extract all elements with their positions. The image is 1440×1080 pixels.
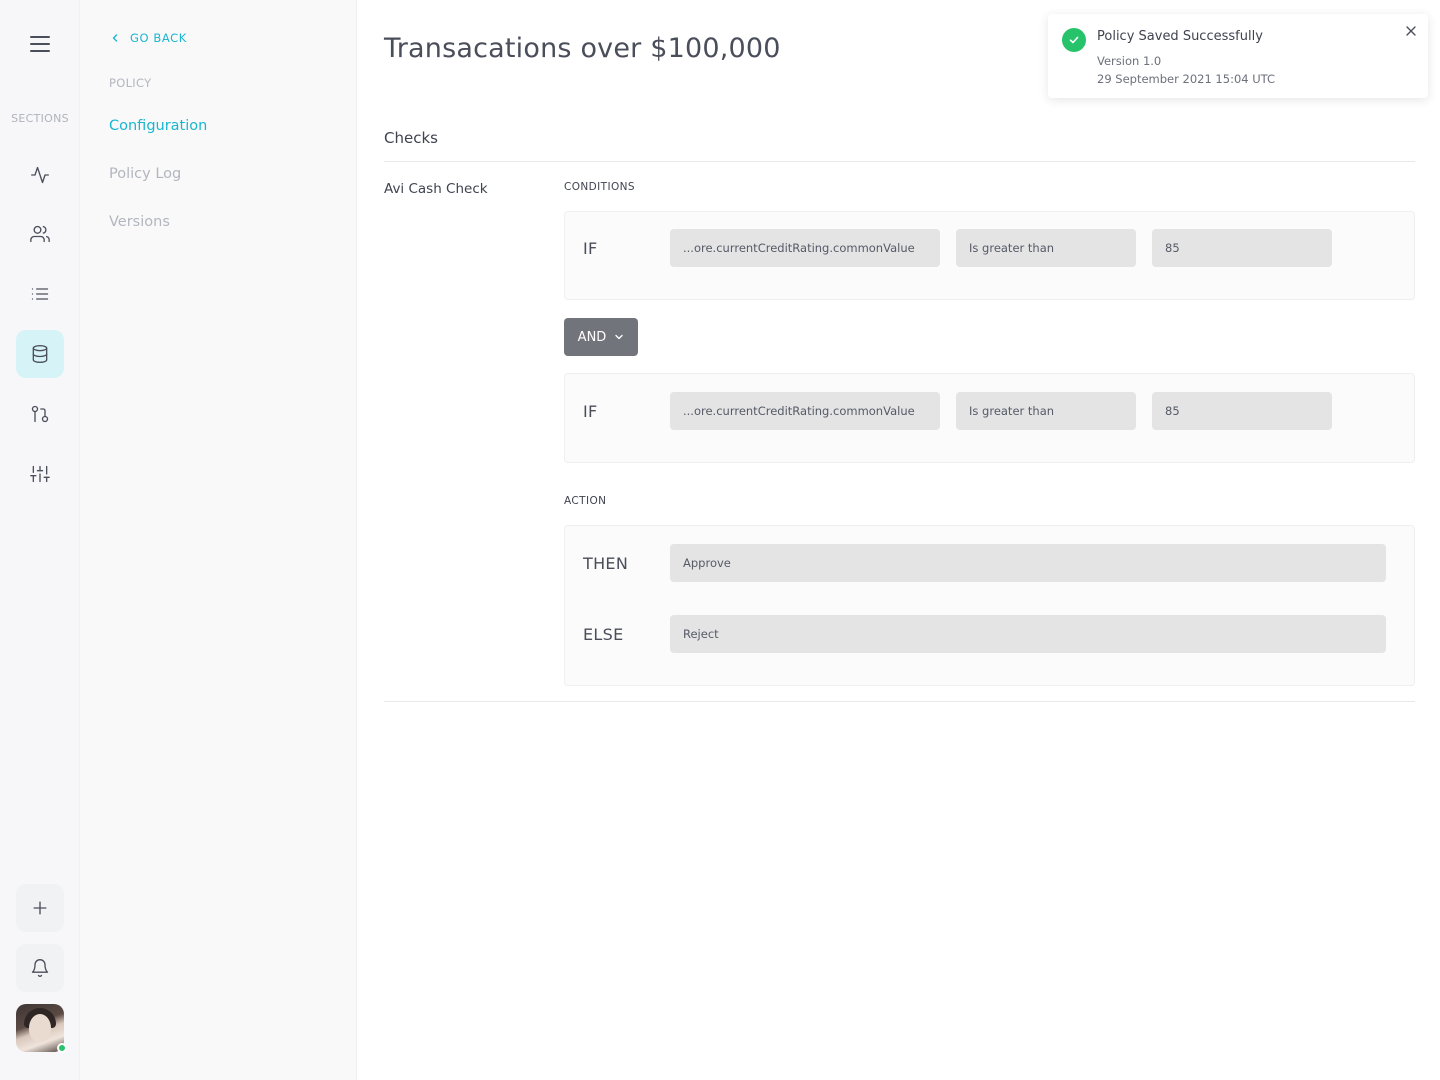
condition-operator-select[interactable]: Is greater than xyxy=(956,229,1136,267)
condition-block: IF ...ore.currentCreditRating.commonValu… xyxy=(564,211,1415,300)
subnav-heading: POLICY xyxy=(109,76,152,90)
avatar-face xyxy=(29,1014,51,1042)
else-action-select[interactable]: Reject xyxy=(670,615,1386,653)
avatar[interactable] xyxy=(16,1004,67,1053)
if-keyword: IF xyxy=(583,239,598,258)
users-icon[interactable] xyxy=(16,210,64,258)
if-keyword: IF xyxy=(583,402,598,421)
sections-label: SECTIONS xyxy=(11,112,69,125)
section-title: Checks xyxy=(384,129,438,147)
toast-title: Policy Saved Successfully xyxy=(1097,29,1263,44)
check-name: Avi Cash Check xyxy=(384,181,488,197)
join-operator-dropdown[interactable]: AND xyxy=(564,318,638,356)
divider xyxy=(384,701,1415,702)
condition-operator-select[interactable]: Is greater than xyxy=(956,392,1136,430)
condition-value-input[interactable]: 85 xyxy=(1152,229,1332,267)
menu-icon[interactable] xyxy=(28,34,52,54)
else-keyword: ELSE xyxy=(583,625,624,644)
conditions-label: CONDITIONS xyxy=(564,181,635,193)
page-title: Transacations over $100,000 xyxy=(384,33,781,64)
toast-version: Version 1.0 xyxy=(1097,54,1162,68)
condition-field-select[interactable]: ...ore.currentCreditRating.commonValue xyxy=(670,392,940,430)
icon-rail: SECTIONS xyxy=(0,0,80,1080)
divider xyxy=(384,161,1415,162)
database-icon[interactable] xyxy=(16,330,64,378)
toast-timestamp: 29 September 2021 15:04 UTC xyxy=(1097,72,1276,86)
subnav-item-policy-log[interactable]: Policy Log xyxy=(109,166,181,182)
subnav-item-configuration[interactable]: Configuration xyxy=(109,118,207,134)
chevron-down-icon xyxy=(615,334,624,340)
then-action-select[interactable]: Approve xyxy=(670,544,1386,582)
join-operator-label: AND xyxy=(577,329,607,345)
chevron-left-icon xyxy=(112,34,118,42)
action-block: THEN Approve ELSE Reject xyxy=(564,525,1415,686)
action-label: ACTION xyxy=(564,495,607,507)
close-icon[interactable] xyxy=(1404,24,1418,38)
subnav-item-versions[interactable]: Versions xyxy=(109,214,170,230)
online-status-dot xyxy=(57,1043,67,1053)
activity-icon[interactable] xyxy=(16,151,64,199)
condition-field-select[interactable]: ...ore.currentCreditRating.commonValue xyxy=(670,229,940,267)
sliders-icon[interactable] xyxy=(16,450,64,498)
go-back-label: GO BACK xyxy=(130,31,187,45)
success-toast: Policy Saved Successfully Version 1.0 29… xyxy=(1048,14,1428,98)
policy-subnav: GO BACK POLICY Configuration Policy Log … xyxy=(80,0,357,1080)
plus-icon[interactable] xyxy=(16,884,64,932)
bell-icon[interactable] xyxy=(16,944,64,992)
go-back-link[interactable]: GO BACK xyxy=(110,31,187,45)
condition-block: IF ...ore.currentCreditRating.commonValu… xyxy=(564,373,1415,463)
git-pull-request-icon[interactable] xyxy=(16,390,64,438)
check-circle-icon xyxy=(1062,28,1086,52)
list-icon[interactable] xyxy=(16,270,64,318)
condition-value-input[interactable]: 85 xyxy=(1152,392,1332,430)
then-keyword: THEN xyxy=(583,554,629,573)
